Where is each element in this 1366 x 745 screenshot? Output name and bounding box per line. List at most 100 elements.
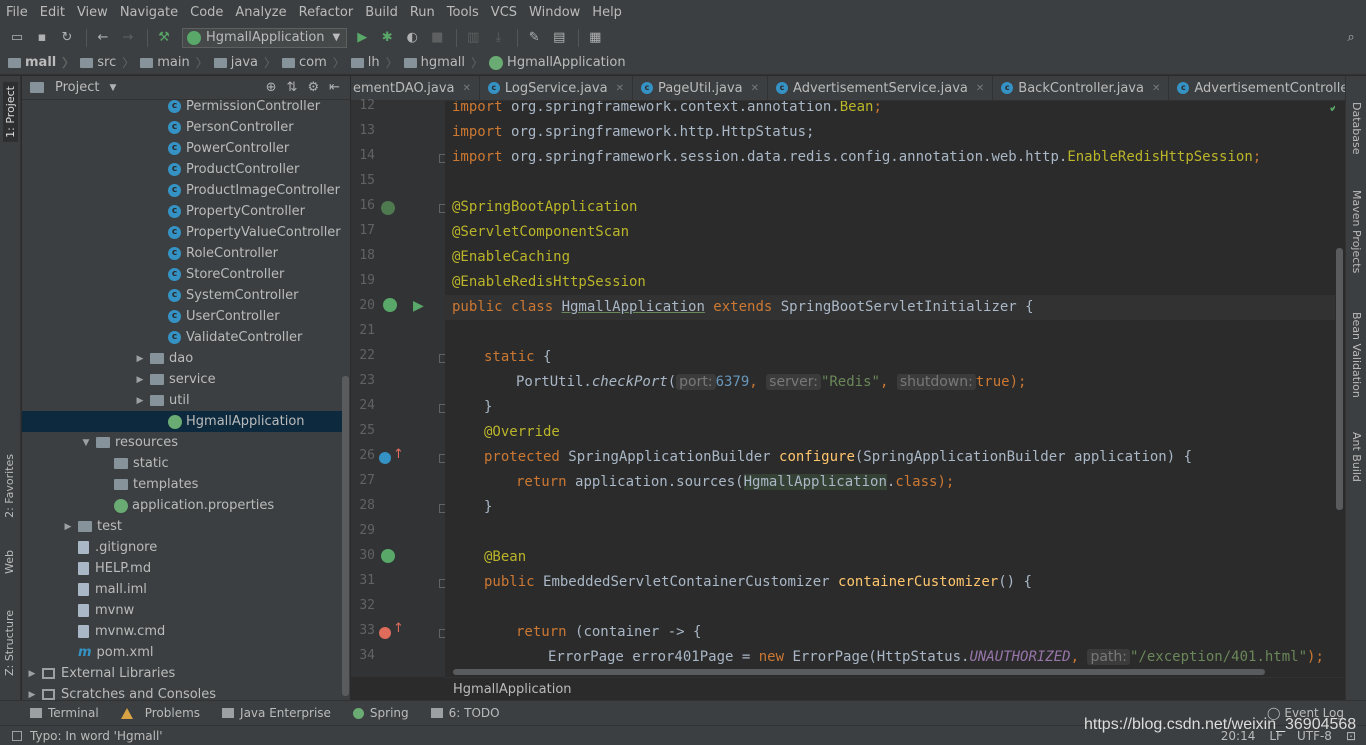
breadcrumb-item[interactable]: java 〉: [213, 54, 282, 71]
tree-item[interactable]: HELP.md: [22, 558, 342, 579]
tree-item[interactable]: ▶ util: [22, 390, 342, 411]
menu-vcs[interactable]: VCS: [485, 5, 523, 20]
tree-item[interactable]: c PersonController: [22, 117, 342, 138]
editor-vertical-scrollbar[interactable]: [1336, 248, 1343, 510]
search-bean-icon[interactable]: [381, 201, 395, 215]
tree-item[interactable]: c ProductController: [22, 159, 342, 180]
editor-horizontal-scrollbar[interactable]: [453, 669, 1265, 675]
project-view-select[interactable]: Project: [55, 80, 99, 95]
close-icon[interactable]: ✕: [616, 83, 624, 94]
editor-tab[interactable]: c LogService.java ✕: [480, 76, 633, 100]
breadcrumb-item[interactable]: HgmallApplication: [489, 55, 626, 70]
build-hammer-icon[interactable]: ⚒: [153, 27, 175, 49]
editor-tab[interactable]: c AdvertisementService.java ✕: [768, 76, 994, 100]
menu-window[interactable]: Window: [523, 5, 586, 20]
tool-tab-project[interactable]: 1: Project: [3, 82, 18, 142]
chevron-right-icon[interactable]: ▶: [62, 522, 74, 532]
tree-item[interactable]: mvnw: [22, 600, 342, 621]
editor-breadcrumb-item[interactable]: HgmallApplication: [453, 682, 572, 697]
forward-icon[interactable]: →: [117, 27, 139, 49]
java-enterprise-tab[interactable]: Java Enterprise: [222, 706, 331, 720]
tree-item[interactable]: ▼ resources: [22, 432, 342, 453]
problems-tab[interactable]: Problems: [120, 706, 200, 720]
chevron-right-icon[interactable]: ▶: [134, 354, 146, 364]
breadcrumb-item[interactable]: src 〉: [80, 54, 140, 71]
menu-tools[interactable]: Tools: [441, 5, 485, 20]
implementation-arrow-icon[interactable]: ↑: [393, 621, 404, 636]
breadcrumb-item[interactable]: hgmall 〉: [403, 54, 489, 71]
wrench-icon[interactable]: ✎: [523, 27, 545, 49]
breadcrumb-item[interactable]: main 〉: [140, 54, 214, 71]
tree-item[interactable]: ▶ service: [22, 369, 342, 390]
tree-item[interactable]: c ProductImageController: [22, 180, 342, 201]
collapse-all-icon[interactable]: ⇅: [287, 80, 298, 95]
lambda-icon[interactable]: [379, 627, 391, 639]
close-icon[interactable]: ✕: [976, 83, 984, 94]
tree-item[interactable]: ▶ test: [22, 516, 342, 537]
tree-item[interactable]: c PropertyValueController: [22, 222, 342, 243]
menu-help[interactable]: Help: [586, 5, 628, 20]
tool-tab-structure[interactable]: Z: Structure: [3, 610, 16, 676]
breadcrumb-item[interactable]: mall 〉: [8, 54, 80, 71]
gear-icon[interactable]: ⚙: [307, 80, 319, 95]
tool-tab-database[interactable]: Database: [1350, 102, 1363, 155]
close-icon[interactable]: ✕: [1152, 83, 1160, 94]
tree-item[interactable]: ▶ dao: [22, 348, 342, 369]
spring-bean-icon[interactable]: [383, 298, 397, 312]
locate-icon[interactable]: ⊕: [266, 80, 277, 95]
terminal-icon[interactable]: ▦: [584, 27, 606, 49]
tool-tab-favorites[interactable]: 2: Favorites: [3, 454, 16, 518]
open-icon[interactable]: ▭: [6, 27, 28, 49]
implementation-arrow-icon[interactable]: ↑: [393, 447, 404, 462]
tree-item[interactable]: application.properties: [22, 495, 342, 516]
spring-bean-icon[interactable]: [381, 549, 395, 563]
tool-tab-maven[interactable]: Maven Projects: [1350, 190, 1363, 273]
tree-item[interactable]: c PropertyController: [22, 201, 342, 222]
tree-item[interactable]: c SystemController: [22, 285, 342, 306]
sdk-icon[interactable]: ⤓: [487, 27, 509, 49]
menu-navigate[interactable]: Navigate: [114, 5, 184, 20]
breadcrumb-item[interactable]: com 〉: [282, 54, 351, 71]
status-icon[interactable]: [12, 730, 22, 741]
debug-icon[interactable]: ✱: [376, 27, 398, 49]
tree-item[interactable]: c UserController: [22, 306, 342, 327]
tree-item[interactable]: static: [22, 453, 342, 474]
project-structure-icon[interactable]: ▥: [462, 27, 484, 49]
editor-tab[interactable]: cAdvertisementController.java✕: [1169, 76, 1345, 100]
editor-tab[interactable]: c BackController.java ✕: [993, 76, 1170, 100]
close-icon[interactable]: ✕: [751, 83, 759, 94]
chevron-right-icon[interactable]: ▶: [134, 396, 146, 406]
save-icon[interactable]: ▪: [31, 27, 53, 49]
hide-icon[interactable]: ⇤: [329, 80, 340, 95]
tree-item[interactable]: c StoreController: [22, 264, 342, 285]
editor-tab[interactable]: c PageUtil.java ✕: [633, 76, 769, 100]
tree-item[interactable]: m pom.xml: [22, 642, 342, 663]
tree-item[interactable]: HgmallApplication: [22, 411, 342, 432]
todo-tab[interactable]: 6: TODO: [430, 706, 500, 720]
tool-tab-web[interactable]: Web: [3, 550, 16, 574]
menu-file[interactable]: File: [0, 5, 34, 20]
tree-item[interactable]: c PermissionController: [22, 100, 342, 117]
back-icon[interactable]: ←: [92, 27, 114, 49]
search-icon[interactable]: ⌕: [1340, 27, 1362, 49]
spring-tab[interactable]: Spring: [352, 706, 409, 720]
tree-item[interactable]: c ValidateController: [22, 327, 342, 348]
terminal-tab[interactable]: Terminal: [30, 706, 99, 720]
sync-icon[interactable]: ↻: [56, 27, 78, 49]
run-configuration-select[interactable]: HgmallApplication ▼: [182, 27, 348, 48]
code-editor[interactable]: import org.springframework.context.annot…: [445, 101, 1335, 677]
menu-refactor[interactable]: Refactor: [293, 5, 360, 20]
tree-item[interactable]: mvnw.cmd: [22, 621, 342, 642]
tree-item[interactable]: ▶ Scratches and Consoles: [22, 684, 342, 700]
structure-icon[interactable]: ▤: [548, 27, 570, 49]
tree-item[interactable]: c RoleController: [22, 243, 342, 264]
menu-build[interactable]: Build: [359, 5, 404, 20]
chevron-right-icon[interactable]: ▶: [134, 375, 146, 385]
chevron-right-icon[interactable]: ▶: [26, 669, 38, 679]
stop-icon[interactable]: ■: [426, 27, 448, 49]
coverage-icon[interactable]: ◐: [401, 27, 423, 49]
chevron-down-icon[interactable]: ▼: [109, 83, 116, 93]
menu-run[interactable]: Run: [404, 5, 441, 20]
menu-view[interactable]: View: [71, 5, 114, 20]
tool-tab-ant-build[interactable]: Ant Build: [1350, 432, 1363, 482]
